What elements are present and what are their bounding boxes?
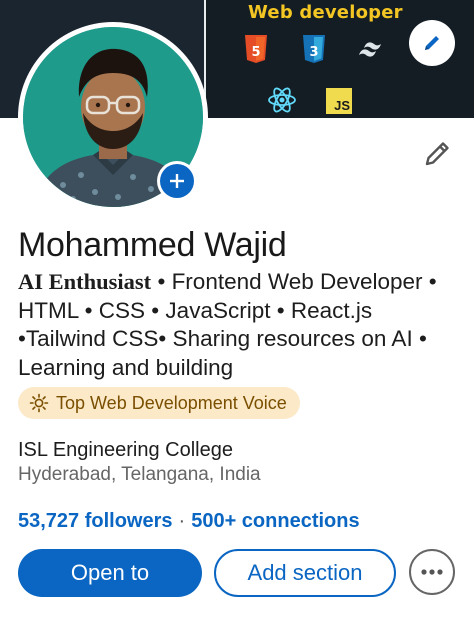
js-label: JS	[334, 98, 350, 113]
followers-link[interactable]: 53,727 followers	[18, 510, 173, 533]
more-button[interactable]	[409, 549, 455, 595]
network-stats: 53,727 followers · 500+ connections	[18, 510, 360, 533]
location: Hyderabad, Telangana, India	[18, 464, 261, 485]
pencil-icon	[425, 36, 439, 50]
more-horizontal-icon	[421, 569, 443, 575]
tailwind-icon	[356, 40, 388, 60]
connections-link[interactable]: 500+ connections	[191, 510, 359, 533]
stats-separator: ·	[178, 510, 186, 532]
edit-profile-button[interactable]	[420, 137, 454, 171]
sun-icon	[29, 393, 49, 413]
css3-icon: 3	[302, 34, 326, 64]
javascript-icon: JS	[326, 88, 352, 114]
react-icon	[267, 86, 297, 114]
profile-name: Mohammed Wajid	[18, 226, 287, 264]
profile-headline: AI Enthusiast • Frontend Web Developer •…	[18, 268, 462, 382]
plus-icon	[160, 164, 194, 198]
svg-text:3: 3	[309, 45, 318, 60]
html5-icon: 5	[244, 34, 268, 64]
headline-bold: AI Enthusiast	[18, 269, 152, 294]
school-name[interactable]: ISL Engineering College	[18, 439, 233, 462]
edit-banner-button[interactable]	[409, 20, 455, 66]
badge-label: Top Web Development Voice	[56, 392, 287, 413]
banner-title: Web developer	[248, 2, 403, 23]
svg-text:5: 5	[251, 45, 260, 60]
top-voice-badge[interactable]: Top Web Development Voice	[18, 387, 300, 419]
open-to-button[interactable]: Open to	[18, 549, 202, 597]
pencil-icon	[425, 142, 449, 166]
add-photo-button[interactable]	[157, 161, 197, 201]
add-section-button[interactable]: Add section	[214, 549, 396, 597]
